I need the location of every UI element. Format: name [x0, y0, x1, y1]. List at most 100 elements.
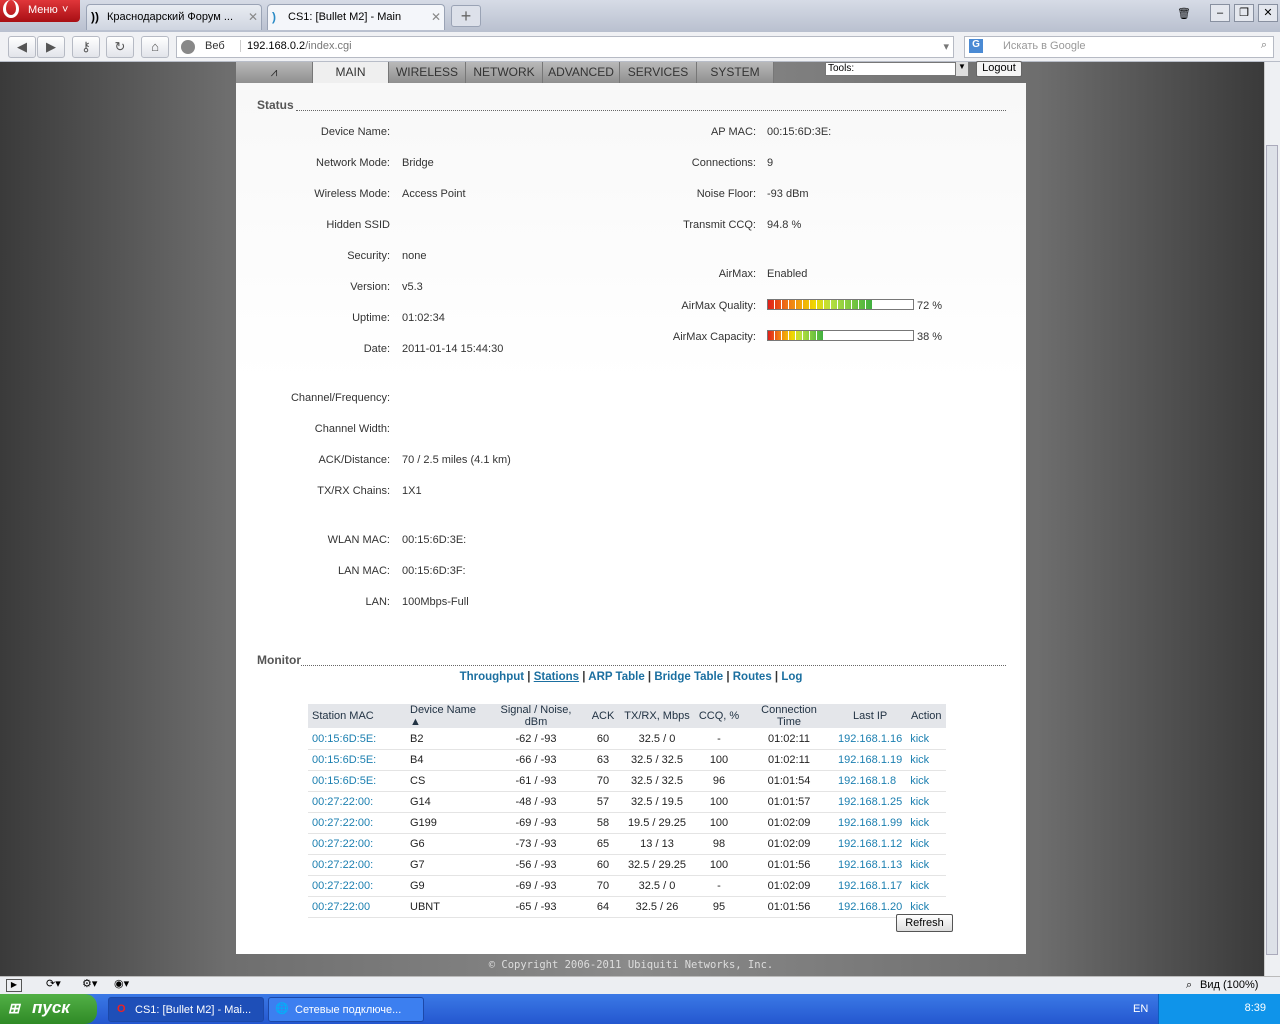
tab-services[interactable]: SERVICES — [620, 62, 697, 83]
column-header[interactable]: Connection Time — [744, 704, 834, 729]
close-window-button[interactable]: ✕ — [1258, 4, 1278, 22]
copyright: © Copyright 2006-2011 Ubiquiti Networks,… — [488, 959, 774, 971]
network-icon[interactable]: ⚙▾ — [82, 977, 97, 990]
station-mac[interactable]: 00:15:6D:5E: — [308, 770, 406, 792]
tab-advanced[interactable]: ADVANCED — [543, 62, 620, 83]
kick-link[interactable]: kick — [906, 728, 947, 750]
restore-button[interactable]: ❐ — [1234, 4, 1254, 22]
last-ip[interactable]: 192.168.1.17 — [834, 875, 907, 897]
rss-icon: )) — [91, 10, 99, 24]
ack: 70 — [586, 770, 620, 792]
station-mac[interactable]: 00:15:6D:5E: — [308, 728, 406, 750]
chevron-down-icon[interactable]: ▾ — [943, 40, 949, 53]
tab-system[interactable]: SYSTEM — [697, 62, 774, 83]
status-value: 100Mbps-Full — [402, 596, 469, 608]
last-ip[interactable]: 192.168.1.25 — [834, 791, 907, 813]
column-header[interactable]: Action — [906, 704, 947, 729]
home-button[interactable]: ⌂ — [141, 36, 169, 58]
last-ip[interactable]: 192.168.1.8 — [834, 770, 907, 792]
column-header[interactable]: Station MAC — [308, 704, 406, 729]
refresh-button[interactable]: Refresh — [896, 914, 953, 932]
new-tab-button[interactable]: + — [451, 5, 481, 27]
trash-icon[interactable]: 🗑 — [1174, 6, 1194, 24]
table-row: 00:27:22:00: G7 -56 / -93 60 32.5 / 29.25 100… — [308, 854, 947, 876]
kick-link[interactable]: kick — [906, 833, 947, 855]
chevron-down-icon: ˅ — [62, 4, 69, 16]
reload-button[interactable]: ↻ — [106, 36, 134, 58]
station-mac[interactable]: 00:27:22:00: — [308, 875, 406, 897]
link-throughput[interactable]: Throughput — [460, 671, 525, 683]
status-label: TX/RX Chains: — [317, 485, 390, 497]
language-indicator[interactable]: EN — [1133, 1003, 1148, 1015]
key-icon[interactable]: ⚷ — [72, 36, 100, 58]
minimize-button[interactable]: – — [1210, 4, 1230, 22]
kick-link[interactable]: kick — [906, 770, 947, 792]
scrollbar-thumb[interactable] — [1266, 145, 1278, 955]
taskbar-item[interactable]: 🌐 Сетевые подключе... — [268, 997, 424, 1022]
google-icon: G — [969, 39, 983, 53]
taskbar-item[interactable]: O CS1: [Bullet M2] - Mai... — [108, 997, 264, 1022]
globe-icon — [181, 40, 195, 54]
close-tab-icon[interactable]: ✕ — [431, 10, 441, 24]
link-bridge-table[interactable]: Bridge Table — [654, 671, 723, 683]
station-mac[interactable]: 00:27:22:00: — [308, 812, 406, 834]
link-stations[interactable]: Stations — [534, 671, 579, 683]
station-mac[interactable]: 00:27:22:00: — [308, 854, 406, 876]
tab-network[interactable]: NETWORK — [466, 62, 543, 83]
search-input[interactable]: G Искать в Google ⌕ — [964, 36, 1274, 58]
kick-link[interactable]: kick — [906, 812, 947, 834]
column-header[interactable]: ACK — [586, 704, 620, 729]
device-name: B2 — [406, 728, 486, 750]
station-mac[interactable]: 00:27:22:00: — [308, 791, 406, 813]
turbo-icon[interactable]: ◉▾ — [114, 977, 129, 990]
search-icon[interactable]: ⌕ — [1261, 39, 1267, 52]
column-header[interactable]: Device Name ▲ — [406, 704, 486, 729]
device-name: G9 — [406, 875, 486, 897]
status-label: Channel/Frequency: — [290, 392, 390, 404]
ubiquiti-logo-icon[interactable]: ⩘ — [236, 62, 313, 83]
sync-icon[interactable]: ⟳▾ — [46, 977, 61, 990]
start-button[interactable]: ⊞ пуск — [0, 994, 97, 1024]
tab-wireless[interactable]: WIRELESS — [389, 62, 466, 83]
panel-toggle-icon[interactable]: ▶ — [6, 979, 22, 992]
column-header[interactable]: CCQ, % — [694, 704, 744, 729]
column-header[interactable]: Last IP — [834, 704, 907, 729]
url-path: /index.cgi — [305, 40, 352, 52]
link-routes[interactable]: Routes — [733, 671, 772, 683]
column-header[interactable]: TX/RX, Mbps — [620, 704, 694, 729]
zoom-level[interactable]: Вид (100%) — [1200, 979, 1258, 991]
kick-link[interactable]: kick — [906, 875, 947, 897]
close-tab-icon[interactable]: ✕ — [248, 10, 258, 24]
station-mac[interactable]: 00:27:22:00: — [308, 833, 406, 855]
browser-tab[interactable]: )) Краснодарский Форум ... ✕ — [86, 4, 262, 30]
link-arp-table[interactable]: ARP Table — [588, 671, 644, 683]
opera-menu-button[interactable]: Меню ˅ — [0, 0, 80, 22]
table-row: 00:27:22:00: G6 -73 / -93 65 13 / 13 98 01:02:… — [308, 833, 947, 855]
last-ip[interactable]: 192.168.1.99 — [834, 812, 907, 834]
tab-main[interactable]: MAIN — [313, 62, 389, 84]
last-ip[interactable]: 192.168.1.16 — [834, 728, 907, 750]
zoom-icon[interactable]: ⌕ — [1186, 979, 1192, 992]
last-ip[interactable]: 192.168.1.13 — [834, 854, 907, 876]
ccq: 95 — [694, 896, 744, 918]
kick-link[interactable]: kick — [906, 854, 947, 876]
logout-button[interactable]: Logout — [976, 61, 1022, 77]
last-ip[interactable]: 192.168.1.12 — [834, 833, 907, 855]
tools-select[interactable]: Tools: ▼ — [825, 62, 969, 76]
address-bar[interactable]: Веб 192.168.0.2/index.cgi ▾ — [176, 36, 954, 58]
tools-label: Tools: — [828, 63, 855, 74]
column-header[interactable]: Signal / Noise, dBm — [486, 704, 586, 729]
link-log[interactable]: Log — [781, 671, 802, 683]
tx-rx: 32.5 / 19.5 — [620, 791, 694, 813]
kick-link[interactable]: kick — [906, 791, 947, 813]
ccq: 100 — [694, 812, 744, 834]
status-label: AirMax: — [718, 268, 756, 280]
wireless-icon: ) — [272, 10, 276, 24]
kick-link[interactable]: kick — [906, 749, 947, 771]
last-ip[interactable]: 192.168.1.19 — [834, 749, 907, 771]
browser-tab-active[interactable]: ) CS1: [Bullet M2] - Main ✕ — [267, 4, 445, 30]
back-button[interactable]: ◀ — [8, 36, 36, 58]
forward-button[interactable]: ▶ — [37, 36, 65, 58]
station-mac[interactable]: 00:27:22:00 — [308, 896, 406, 918]
station-mac[interactable]: 00:15:6D:5E: — [308, 749, 406, 771]
